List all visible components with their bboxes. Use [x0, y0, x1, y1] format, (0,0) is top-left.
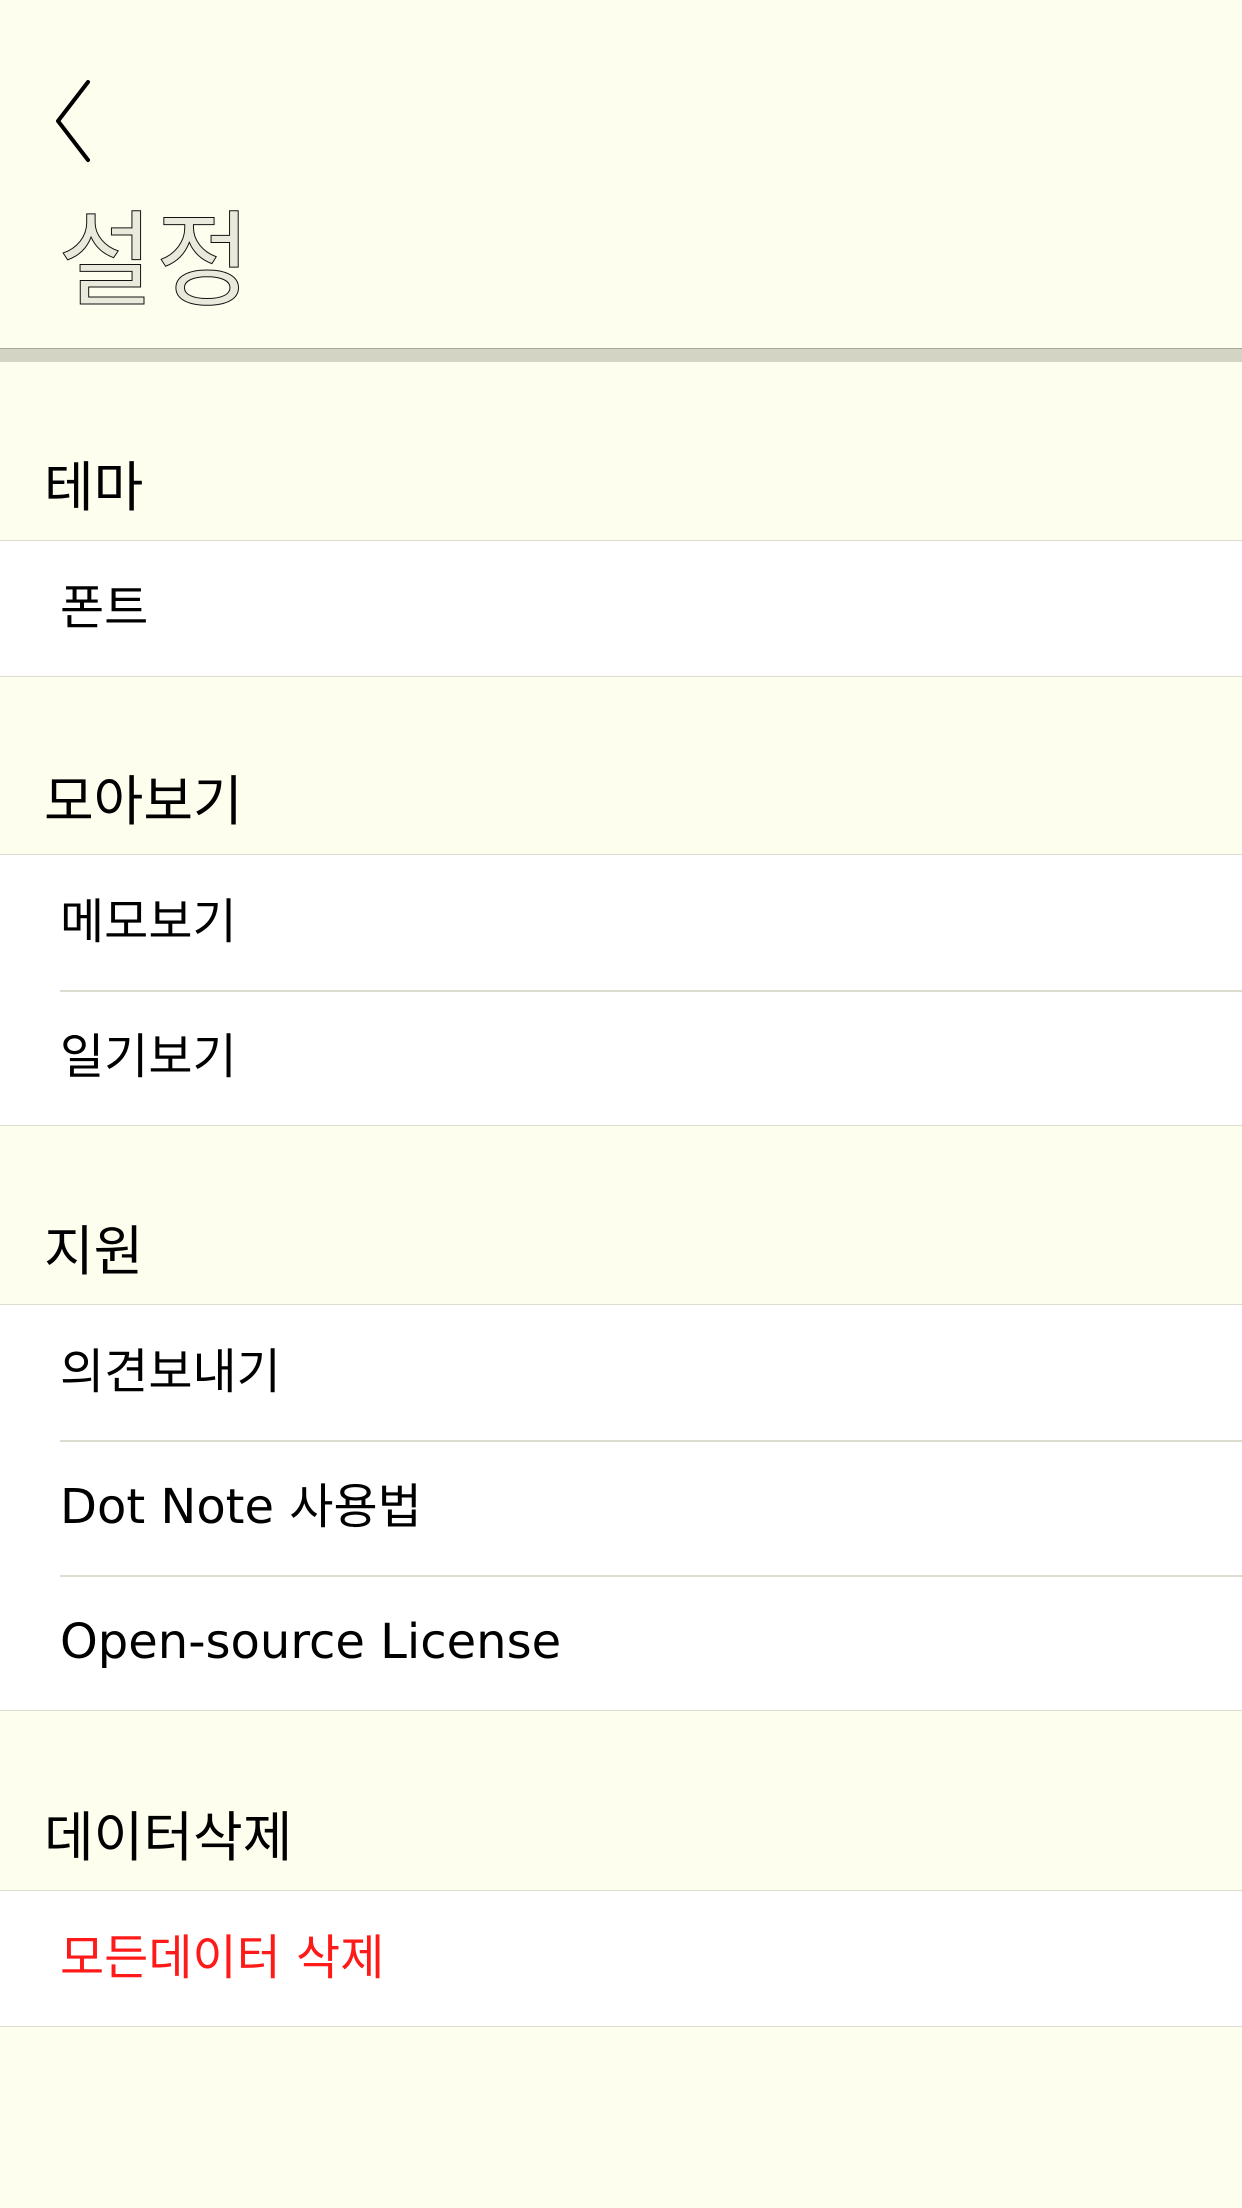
section-header-support: 지원: [0, 1212, 1242, 1304]
settings-row-font[interactable]: 폰트: [0, 541, 1242, 676]
settings-screen: 설정 설정 테마 폰트 모아보기 메모보기 일기보기 지원 의견보내기 Dot …: [0, 0, 1242, 2208]
row-label: 일기보기: [60, 1029, 237, 1085]
row-label: 폰트: [60, 580, 149, 636]
row-label: Dot Note 사용법: [60, 1479, 422, 1535]
row-label: 모든데이터 삭제: [60, 1930, 385, 1986]
back-button[interactable]: [48, 78, 108, 164]
settings-row-view-memos[interactable]: 메모보기: [0, 855, 1242, 990]
row-label: 메모보기: [60, 894, 237, 950]
group-collections: 메모보기 일기보기: [0, 854, 1242, 1126]
section-header-delete-data: 데이터삭제: [0, 1798, 1242, 1890]
header-divider: [0, 348, 1242, 362]
section-title: 데이터삭제: [44, 1806, 293, 1869]
settings-row-send-feedback[interactable]: 의견보내기: [0, 1305, 1242, 1440]
row-label: 의견보내기: [60, 1344, 281, 1400]
group-delete-data: 모든데이터 삭제: [0, 1890, 1242, 2027]
settings-row-open-source-license[interactable]: Open-source License: [0, 1575, 1242, 1710]
chevron-left-icon: [56, 80, 90, 162]
row-label: Open-source License: [60, 1614, 562, 1670]
section-header-collections: 모아보기: [0, 762, 1242, 854]
section-title: 지원: [44, 1220, 144, 1283]
settings-row-view-diaries[interactable]: 일기보기: [0, 990, 1242, 1125]
section-title: 모아보기: [44, 770, 243, 833]
settings-row-how-to-use[interactable]: Dot Note 사용법: [0, 1440, 1242, 1575]
section-title: 테마: [44, 456, 144, 519]
section-header-theme: 테마: [0, 448, 1242, 540]
group-support: 의견보내기 Dot Note 사용법 Open-source License: [0, 1304, 1242, 1711]
delete-all-data-button[interactable]: 모든데이터 삭제: [0, 1891, 1242, 2026]
page-title: 설정: [57, 200, 254, 323]
group-theme: 폰트: [0, 540, 1242, 677]
navigation-header: 설정 설정: [0, 0, 1242, 348]
